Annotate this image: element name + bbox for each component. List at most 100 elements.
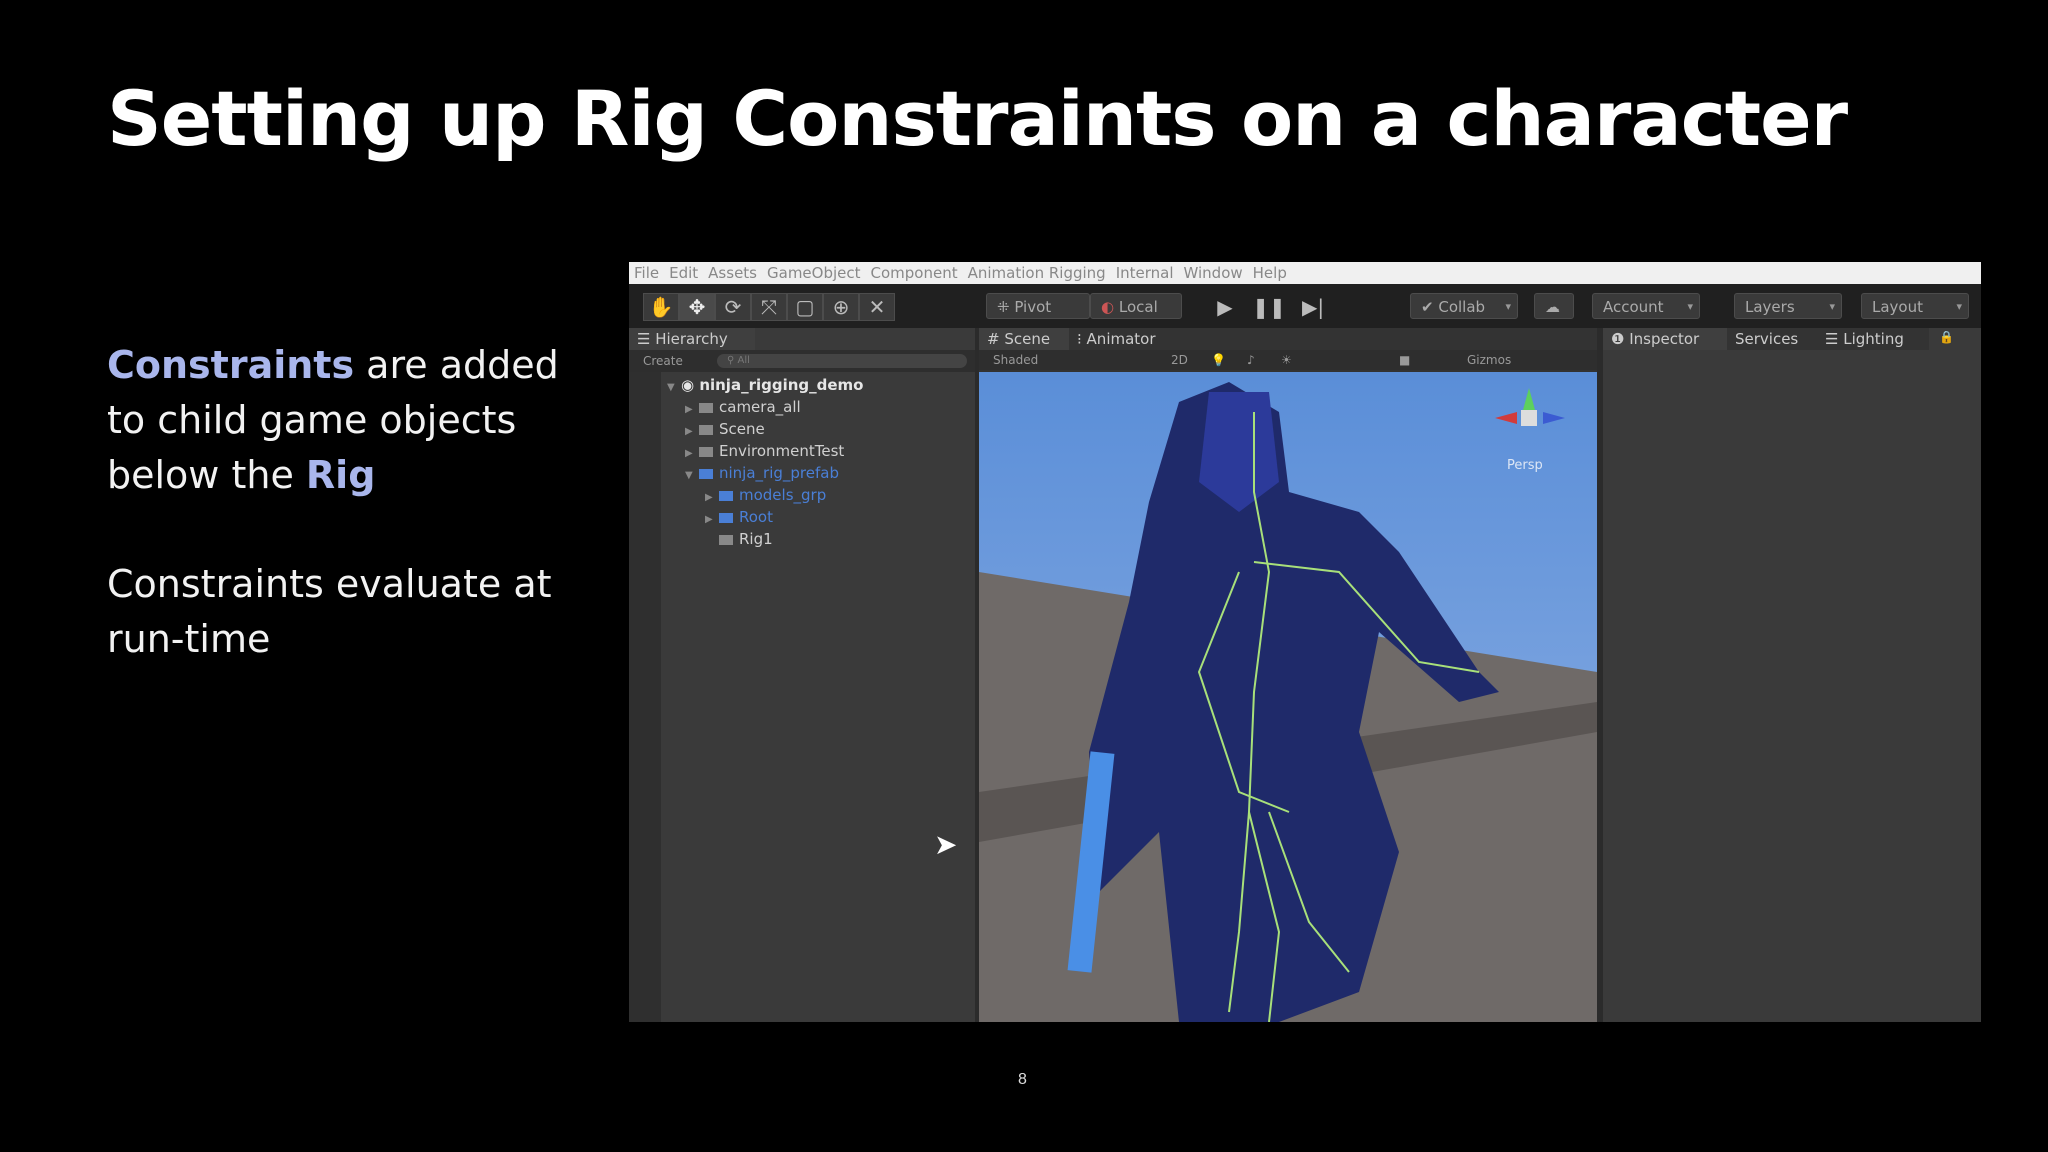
cloud-icon: ☁ [1545,298,1560,316]
mode-2d-toggle[interactable]: 2D [1171,350,1188,370]
menu-component[interactable]: Component [871,264,958,282]
persp-label[interactable]: Persp [1507,458,1543,473]
gameobject-icon [719,512,733,523]
search-placeholder: All [737,355,750,366]
tab-hierarchy[interactable]: ☰ Hierarchy [629,328,755,350]
rig-icon [719,534,733,545]
scene-panel: # Scene ⁝ Animator Shaded 2D 💡 ♪ ☀ ■ Giz… [979,328,1597,1022]
menu-gameobject[interactable]: GameObject [767,264,861,282]
page-number: 8 [1018,1071,1027,1088]
hand-icon[interactable]: ✋ [643,293,679,321]
item-label: Rig1 [739,530,773,548]
rotate-icon[interactable]: ⟳ [715,293,751,321]
menu-edit[interactable]: Edit [669,264,698,282]
account-label: Account [1603,298,1664,316]
tab-animator[interactable]: ⁝ Animator [1069,328,1185,350]
step-icon[interactable]: ▶| [1295,293,1331,321]
scene-render [979,382,1597,1022]
animator-tab-label: Animator [1086,330,1156,348]
bullet-runtime: Constraints evaluate at run-time [107,562,552,661]
search-icon: ⚲ [727,355,738,366]
tab-inspector[interactable]: ❶ Inspector [1603,328,1737,350]
hierarchy-item[interactable]: ▶ models_grp [705,484,826,506]
menu-animation-rigging[interactable]: Animation Rigging [968,264,1106,282]
layout-button[interactable]: Layout ▾ [1861,293,1969,319]
move-icon[interactable]: ✥ [679,293,715,321]
lock-icon[interactable]: 🔒 [1939,330,1954,344]
item-label: Root [739,508,773,526]
menu-help[interactable]: Help [1253,264,1287,282]
menu-bar: File Edit Assets GameObject Component An… [629,262,1981,284]
lighting-icon: ☰ [1825,330,1844,348]
slide-title: Setting up Rig Constraints on a characte… [107,74,1848,163]
shading-dropdown[interactable]: Shaded [993,353,1038,367]
grid-icon: # [987,330,1005,348]
expand-arrow-icon: ▶ [705,514,713,525]
camera-icon[interactable]: ■ [1399,350,1410,370]
pause-icon[interactable]: ❚❚ [1251,293,1287,321]
tab-services[interactable]: Services [1727,328,1823,350]
hierarchy-item[interactable]: Rig1 [719,528,773,550]
gameobject-icon [699,446,713,457]
audio-icon[interactable]: ♪ [1247,350,1255,370]
menu-assets[interactable]: Assets [708,264,757,282]
item-label: camera_all [719,398,801,416]
item-label: models_grp [739,486,827,504]
menu-file[interactable]: File [634,264,659,282]
layout-label: Layout [1872,298,1923,316]
gameobject-icon [699,402,713,413]
local-label: Local [1118,298,1158,316]
expand-arrow-icon: ▼ [685,470,693,481]
hierarchy-root[interactable]: ▼ ◉ ninja_rigging_demo [667,374,864,396]
cloud-button[interactable]: ☁ [1534,293,1574,319]
item-label: ninja_rig_prefab [719,464,839,482]
menu-window[interactable]: Window [1184,264,1243,282]
play-icon[interactable]: ▶ [1207,293,1243,321]
services-tab-label: Services [1735,330,1799,348]
list-icon: ☰ [637,330,656,348]
lighting-tab-label: Lighting [1843,330,1904,348]
hierarchy-item[interactable]: ▶ EnvironmentTest [685,440,844,462]
collab-label: Collab [1438,298,1486,316]
scale-icon[interactable]: ⤧ [751,293,787,321]
hierarchy-tab-label: Hierarchy [655,330,728,348]
tab-scene[interactable]: # Scene [979,328,1081,350]
inspector-panel: ❶ Inspector Services ☰ Lighting 🔒 [1603,328,1981,1022]
rect-icon[interactable]: ▢ [787,293,823,321]
hierarchy-search-input[interactable]: ⚲ All [717,354,967,368]
cursor-icon: ➤ [934,828,958,861]
create-button[interactable]: Create [643,354,683,368]
tab-lighting[interactable]: ☰ Lighting [1817,328,1929,350]
local-button[interactable]: ◐ Local [1090,293,1182,319]
orientation-gizmo-icon[interactable] [1489,382,1569,452]
inspector-tab-label: Inspector [1629,330,1700,348]
local-icon: ◐ [1101,298,1119,316]
hierarchy-gutter [629,328,661,1022]
light-icon[interactable]: 💡 [1211,350,1226,370]
hierarchy-item[interactable]: ▶ camera_all [685,396,801,418]
chevron-down-icon: ▾ [1505,300,1511,313]
pivot-button[interactable]: ⁜ Pivot [986,293,1090,319]
item-label: EnvironmentTest [719,442,845,460]
hierarchy-item[interactable]: ▼ ninja_rig_prefab [685,462,839,484]
collab-button[interactable]: ✔ Collab ▾ [1410,293,1518,319]
gameobject-icon [699,424,713,435]
scene-tab-label: Scene [1004,330,1051,348]
account-button[interactable]: Account ▾ [1592,293,1700,319]
chevron-down-icon: ▾ [1956,300,1962,313]
root-label: ninja_rigging_demo [699,376,864,394]
transform-icon[interactable]: ⊕ [823,293,859,321]
menu-internal[interactable]: Internal [1116,264,1174,282]
effects-icon[interactable]: ☀ [1281,350,1292,370]
expand-arrow-icon: ▼ [667,382,675,393]
slide-bullets: Constraints are added to child game obje… [107,338,577,721]
scene-viewport[interactable]: Persp [979,372,1597,1022]
pivot-icon: ⁜ [997,298,1015,316]
highlight-rig: Rig [305,453,376,497]
custom-tool-icon[interactable]: ✕ [859,293,895,321]
layers-button[interactable]: Layers ▾ [1734,293,1842,319]
gizmos-dropdown[interactable]: Gizmos [1467,350,1511,370]
hierarchy-item[interactable]: ▶ Root [705,506,773,528]
prefab-icon [699,468,713,479]
hierarchy-item[interactable]: ▶ Scene [685,418,765,440]
